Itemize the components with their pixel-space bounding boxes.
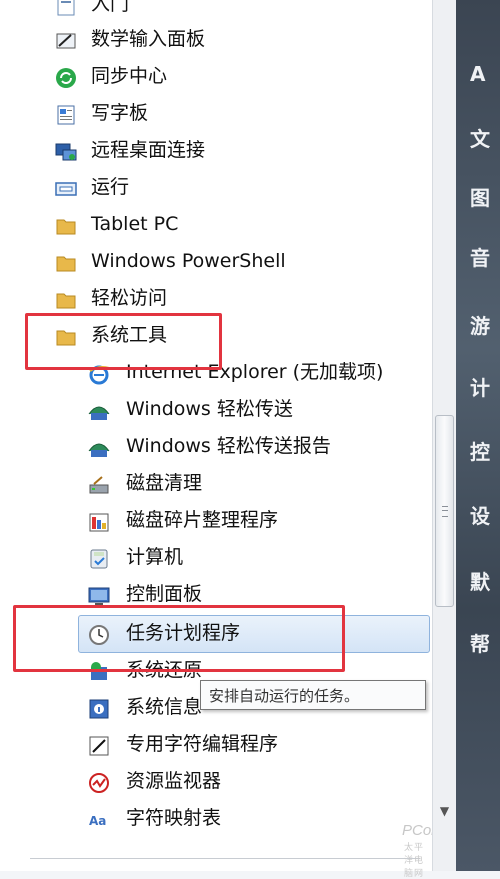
menu-item-label: 同步中心 [91,65,168,87]
right-pane-item[interactable]: 控 [470,436,500,465]
easy-transfer-icon [88,398,110,420]
vertical-scrollbar[interactable]: ▼ [432,0,456,871]
sync-center-icon [55,65,77,88]
menu-item-label: 磁盘碎片整理程序 [126,509,279,531]
menu-item-label: 入门 [91,0,130,15]
divider [30,858,420,859]
menu-item-label: 系统信息 [126,696,203,718]
menu-item-label: Tablet PC [91,213,179,235]
svg-text:Aa: Aa [89,814,106,828]
right-pane-item[interactable]: 文 [470,123,500,152]
folder-icon [55,213,77,235]
right-pane-item[interactable]: 图 [470,182,500,211]
computer-icon [88,546,110,569]
menu-item-label: Windows 轻松传送 [126,398,293,420]
right-pane-item[interactable]: 游 [470,310,500,339]
remote-desktop-icon [55,139,77,161]
getting-started-icon [55,0,77,16]
easy-transfer-report-icon [88,435,110,457]
private-char-editor-icon [88,733,110,756]
menu-item-label: 资源监视器 [126,770,222,792]
character-map-icon: Aa [88,807,110,829]
system-info-icon [88,696,110,719]
menu-item-label: 计算机 [126,546,184,568]
scrollbar-thumb[interactable] [435,415,454,607]
right-pane-item[interactable]: A [470,62,500,86]
menu-item-label: Windows PowerShell [91,250,286,272]
right-pane-item[interactable]: 音 [470,242,500,271]
folder-icon [55,250,77,272]
menu-item-label: 数学输入面板 [91,28,206,50]
defragmenter-icon [88,509,110,532]
watermark-sub: 太平洋电脑网 [404,843,425,879]
start-menu-programs-list: 入门 数学输入面板 同步中心 写字板 远程桌面连接 运行 Tablet PC W… [0,0,463,879]
tooltip: 安排自动运行的任务。 [200,680,426,710]
folder-icon [55,287,77,309]
menu-item-label: Windows 轻松传送报告 [126,435,331,457]
highlight-box-system-tools [25,313,222,370]
start-menu-right-pane: A 文 图 音 游 计 控 设 默 帮 [456,0,500,871]
resource-monitor-icon [88,770,110,793]
right-pane-item[interactable]: 帮 [470,628,500,657]
control-panel-icon [88,583,110,605]
scroll-down-arrow-icon[interactable]: ▼ [433,799,456,823]
run-icon [55,176,77,198]
wordpad-icon [55,102,77,125]
math-input-icon [55,28,77,50]
menu-item-label: 磁盘清理 [126,472,203,494]
menu-item-label: 轻松访问 [91,287,168,309]
menu-item-label: 运行 [91,176,130,198]
menu-item-label: 字符映射表 [126,807,222,829]
disk-cleanup-icon [88,472,110,494]
menu-item-label: 写字板 [91,102,149,124]
right-pane-item[interactable]: 计 [470,372,500,401]
scrollbar-grip-icon [442,506,448,517]
right-pane-item[interactable]: 设 [470,500,500,529]
menu-item-label: 远程桌面连接 [91,139,206,161]
highlight-box-task-scheduler [13,605,345,672]
menu-item-label: 专用字符编辑程序 [126,733,279,755]
right-pane-item[interactable]: 默 [470,566,500,595]
